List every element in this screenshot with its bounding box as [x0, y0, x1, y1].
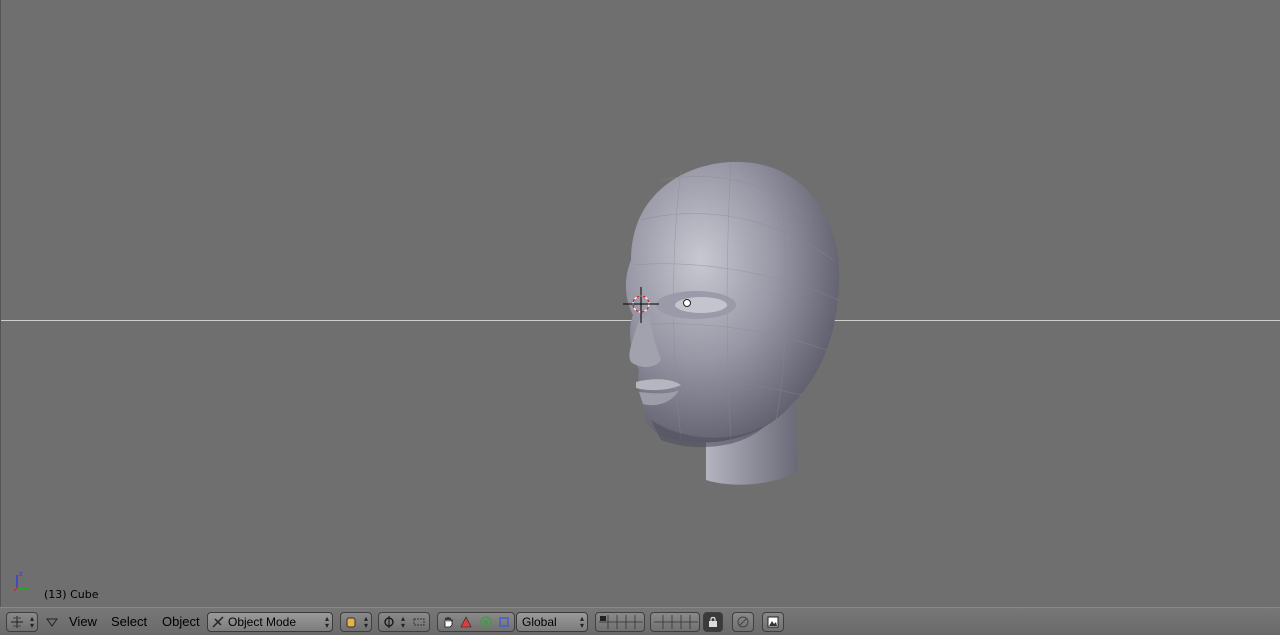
- 3d-viewport[interactable]: z (13) Cube: [0, 0, 1280, 607]
- rotate-icon[interactable]: [480, 616, 492, 628]
- menu-view[interactable]: View: [69, 614, 97, 629]
- proportional-edit-icon: [737, 616, 749, 628]
- object-origin: [683, 299, 691, 307]
- 3d-cursor-icon[interactable]: [623, 287, 659, 323]
- editor-type-button[interactable]: ▴ ▾: [6, 612, 38, 632]
- orientation-select[interactable]: Global ▴ ▾: [516, 612, 588, 632]
- lock-icon: [709, 616, 717, 627]
- viewport-shading-icon: [346, 617, 356, 628]
- mode-select[interactable]: Object Mode ▴ ▾: [207, 612, 333, 632]
- object-info-label: (13) Cube: [44, 588, 99, 601]
- updown-arrows-icon: ▴ ▾: [324, 614, 329, 630]
- layers-group-2[interactable]: [650, 612, 700, 632]
- updown-arrows-icon: ▴ ▾: [579, 614, 584, 630]
- viewport-header: ▴ ▾ View Select Object Object Mode ▴ ▾ ▴ ▾ …: [0, 607, 1280, 635]
- mode-select-label: Object Mode: [228, 615, 297, 629]
- updown-arrows-icon: ▴ ▾: [401, 614, 406, 630]
- snap-icon[interactable]: [413, 616, 425, 628]
- svg-text:z: z: [19, 570, 23, 578]
- editor-type-icon: [11, 616, 23, 628]
- collapse-arrow-icon[interactable]: [46, 617, 58, 629]
- axis-widget-icon: z: [13, 570, 31, 592]
- translate-icon[interactable]: [460, 616, 472, 628]
- object-mode-icon: [212, 616, 224, 628]
- lock-layers-button[interactable]: [703, 612, 723, 632]
- orientation-select-label: Global: [522, 615, 557, 629]
- head-mesh[interactable]: [601, 150, 861, 500]
- pivot-point-icon[interactable]: [383, 616, 395, 628]
- updown-arrows-icon: ▴ ▾: [363, 614, 368, 630]
- pivot-snap-group: ▴ ▾: [378, 612, 430, 632]
- render-button[interactable]: [762, 612, 784, 632]
- scale-icon[interactable]: [498, 616, 510, 628]
- render-icon: [767, 616, 779, 628]
- layers-group-1[interactable]: [595, 612, 645, 632]
- updown-arrows-icon: ▴ ▾: [29, 614, 34, 630]
- viewport-shading-button[interactable]: ▴ ▾: [340, 612, 372, 632]
- manipulator-group: [437, 612, 515, 632]
- layers-icon: [654, 615, 698, 629]
- menu-object[interactable]: Object: [162, 614, 200, 629]
- proportional-edit-button[interactable]: [732, 612, 754, 632]
- manipulator-hand-icon[interactable]: [442, 616, 454, 628]
- layers-icon: [599, 615, 643, 629]
- menu-select[interactable]: Select: [111, 614, 147, 629]
